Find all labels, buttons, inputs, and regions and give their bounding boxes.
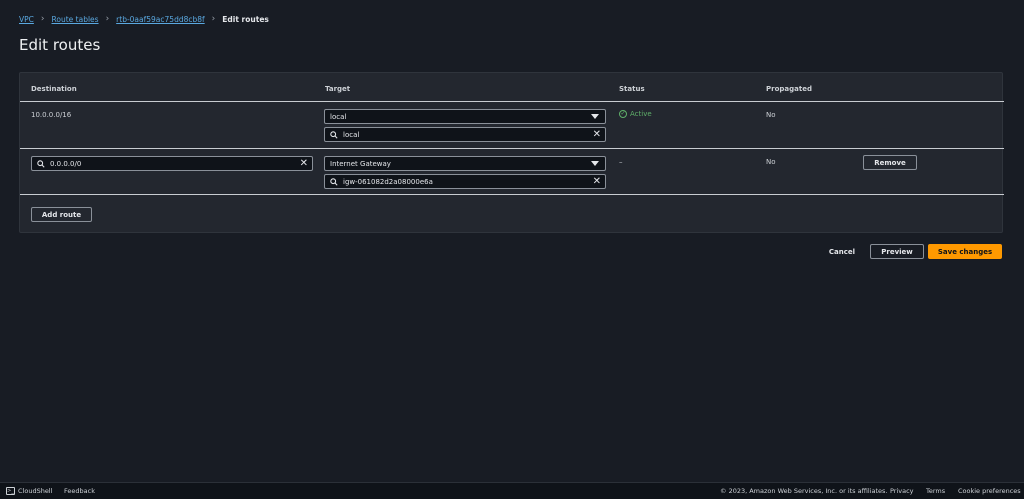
target-search-input[interactable]: local ✕ (324, 127, 606, 142)
propagated-value: No (766, 111, 776, 119)
clear-icon[interactable]: ✕ (300, 158, 308, 169)
destination-search-input[interactable]: 0.0.0.0/0 ✕ (31, 156, 313, 171)
chevron-right-icon: › (211, 14, 216, 24)
routes-table-panel: Destination Target Status Propagated 10.… (19, 72, 1004, 233)
privacy-link[interactable]: Privacy (890, 487, 914, 495)
destination-value: 10.0.0.0/16 (31, 111, 72, 119)
save-changes-button[interactable]: Save changes (928, 244, 1002, 259)
breadcrumb-route-tables-link[interactable]: Route tables (52, 15, 99, 24)
column-header-propagated: Propagated (766, 85, 812, 93)
chevron-right-icon: › (105, 14, 110, 24)
footer: >_ CloudShell Feedback © 2023, Amazon We… (0, 482, 1024, 499)
target-search-input[interactable]: igw-061082d2a08000e6a ✕ (324, 174, 606, 189)
target-select-value: Internet Gateway (330, 159, 391, 168)
status-text: Active (630, 110, 652, 118)
column-header-destination: Destination (31, 85, 77, 93)
cloudshell-button[interactable]: >_ CloudShell (6, 487, 52, 495)
caret-down-icon (591, 161, 599, 166)
feedback-link[interactable]: Feedback (64, 487, 95, 495)
column-header-status: Status (619, 85, 645, 93)
breadcrumb: VPC › Route tables › rtb-0aaf59ac75dd8cb… (19, 14, 269, 25)
search-icon (37, 159, 45, 168)
target-search-value: local (343, 130, 360, 139)
terminal-icon: >_ (6, 487, 15, 495)
clear-icon[interactable]: ✕ (593, 129, 601, 140)
breadcrumb-vpc-link[interactable]: VPC (19, 15, 34, 24)
row-divider (20, 101, 1004, 102)
column-header-target: Target (325, 85, 351, 93)
target-search-value: igw-061082d2a08000e6a (343, 177, 433, 186)
target-select-value: local (330, 112, 347, 121)
page-title: Edit routes (19, 36, 101, 54)
breadcrumb-current: Edit routes (222, 15, 269, 24)
target-select[interactable]: local (324, 109, 606, 124)
cloudshell-label: CloudShell (18, 487, 53, 495)
status-text: – (619, 158, 623, 166)
breadcrumb-route-table-id-link[interactable]: rtb-0aaf59ac75dd8cb8f (116, 15, 205, 24)
status-badge: ✓ Active (619, 110, 652, 118)
copyright-text: © 2023, Amazon Web Services, Inc. or its… (720, 487, 888, 495)
search-icon (330, 177, 338, 186)
propagated-value: No (766, 158, 776, 166)
clear-icon[interactable]: ✕ (593, 176, 601, 187)
check-circle-icon: ✓ (619, 110, 627, 118)
chevron-right-icon: › (40, 14, 45, 24)
target-select[interactable]: Internet Gateway (324, 156, 606, 171)
row-divider (20, 194, 1004, 195)
caret-down-icon (591, 114, 599, 119)
remove-route-button[interactable]: Remove (863, 155, 917, 170)
table-header: Destination Target Status Propagated (20, 73, 1002, 101)
cancel-button[interactable]: Cancel (822, 244, 862, 259)
terms-link[interactable]: Terms (926, 487, 945, 495)
cookie-preferences-link[interactable]: Cookie preferences (958, 487, 1021, 495)
add-route-button[interactable]: Add route (31, 207, 92, 222)
row-divider (20, 148, 1004, 149)
preview-button[interactable]: Preview (870, 244, 924, 259)
destination-search-value: 0.0.0.0/0 (50, 159, 82, 168)
search-icon (330, 130, 338, 139)
